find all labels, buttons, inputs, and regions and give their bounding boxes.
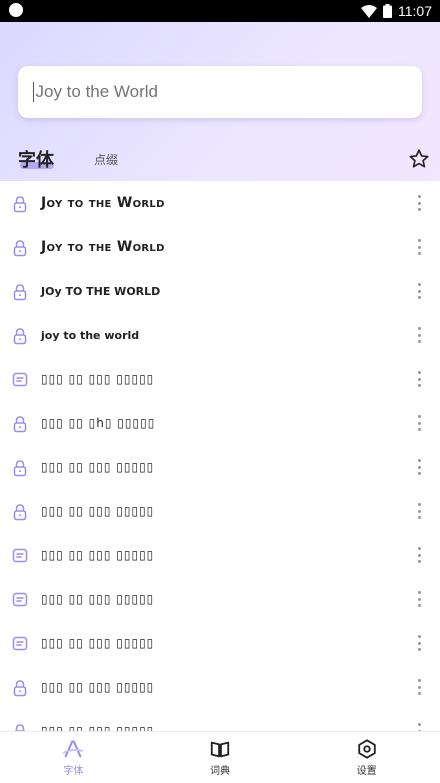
more-options-icon[interactable]: [414, 459, 424, 475]
tab-bar: 字体 点缀: [0, 142, 440, 176]
clock: 11:07: [398, 3, 432, 19]
lock-icon: [12, 415, 28, 433]
favorites-star-icon[interactable]: [408, 148, 430, 170]
more-options-icon[interactable]: [414, 415, 424, 431]
font-sample-text: ▯▯▯ ▯▯ ▯▯▯ ▯▯▯▯▯: [41, 372, 155, 386]
font-sample-text: ▯▯▯ ▯▯ ▯▯▯ ▯▯▯▯▯: [41, 680, 155, 694]
tab-fonts[interactable]: 字体: [18, 146, 54, 172]
font-list: Joy to the World Joy to the World JOy TO T…: [0, 181, 440, 731]
lock-icon: [12, 503, 28, 521]
more-options-icon[interactable]: [414, 547, 424, 563]
note-icon: [12, 547, 28, 565]
font-list-item[interactable]: Joy to the World: [0, 225, 440, 269]
lock-icon: [12, 459, 28, 477]
font-list-item[interactable]: ▯▯▯ ▯▯ ▯▯▯ ▯▯▯▯▯: [0, 533, 440, 577]
font-list-item[interactable]: joy to the world: [0, 313, 440, 357]
bottom-nav: 字体 词典 设置: [0, 731, 440, 783]
nav-fonts-label: 字体: [63, 766, 84, 777]
font-sample-text: JOy TO THE WORLD: [41, 284, 161, 298]
lock-icon: [12, 239, 28, 257]
font-list-item[interactable]: ▯▯▯ ▯▯ ▯▯▯ ▯▯▯▯▯: [0, 665, 440, 709]
text-caret: [33, 82, 35, 102]
font-sample-text: ▯▯▯ ▯▯ ▯▯▯ ▯▯▯▯▯: [41, 724, 155, 731]
nav-dictionary-label: 词典: [210, 766, 230, 777]
book-icon: [210, 741, 230, 758]
more-options-icon[interactable]: [414, 591, 424, 607]
note-icon: [12, 635, 28, 653]
note-icon: [12, 371, 28, 389]
font-sample-text: ▯▯▯ ▯▯ ▯▯▯ ▯▯▯▯▯: [41, 636, 155, 650]
more-options-icon[interactable]: [414, 723, 424, 731]
font-list-item[interactable]: ▯▯▯ ▯▯ ▯▯▯ ▯▯▯▯▯: [0, 357, 440, 401]
lock-icon: [12, 723, 28, 731]
font-sample-text: ▯▯▯ ▯▯ ▯▯▯ ▯▯▯▯▯: [41, 592, 155, 606]
tab-decor[interactable]: 点缀: [94, 151, 118, 168]
nav-settings[interactable]: 设置: [293, 732, 440, 783]
font-list-item[interactable]: ▯▯▯ ▯▯ ▯▯▯ ▯▯▯▯▯: [0, 621, 440, 665]
more-options-icon[interactable]: [414, 503, 424, 519]
font-sample-text: ▯▯▯ ▯▯ ▯▯▯ ▯▯▯▯▯: [41, 460, 155, 474]
font-sample-text: ▯▯▯ ▯▯ ▯▯▯ ▯▯▯▯▯: [41, 504, 155, 518]
font-sample-text: Joy to the World: [41, 239, 165, 255]
font-list-item[interactable]: Joy to the World: [0, 181, 440, 225]
font-sample-text: ▯▯▯ ▯▯ ▯▯▯ ▯▯▯▯▯: [41, 548, 155, 562]
font-sample-text: Joy to the World: [41, 195, 165, 211]
lock-icon: [12, 195, 28, 213]
status-right: 11:07: [361, 3, 432, 19]
status-left: [9, 2, 23, 20]
font-sample-text: joy to the world: [41, 328, 140, 342]
battery-icon: [383, 4, 392, 18]
more-options-icon[interactable]: [414, 371, 424, 387]
font-list-item[interactable]: ▯▯▯ ▯▯ ▯▯▯ ▯▯▯▯▯: [0, 577, 440, 621]
font-list-item[interactable]: ▯▯▯ ▯▯ ▯h▯ ▯▯▯▯▯: [0, 401, 440, 445]
font-sample-text: ▯▯▯ ▯▯ ▯h▯ ▯▯▯▯▯: [41, 416, 156, 430]
font-list-item[interactable]: ▯▯▯ ▯▯ ▯▯▯ ▯▯▯▯▯: [0, 709, 440, 731]
wifi-icon: [361, 4, 377, 18]
more-options-icon[interactable]: [414, 239, 424, 255]
more-options-icon[interactable]: [414, 327, 424, 343]
lock-icon: [12, 327, 28, 345]
more-options-icon[interactable]: [414, 283, 424, 299]
notification-dot-icon: [9, 2, 23, 17]
note-icon: [12, 591, 28, 609]
nav-dictionary[interactable]: 词典: [147, 732, 294, 783]
more-options-icon[interactable]: [414, 679, 424, 695]
search-input[interactable]: [35, 82, 422, 102]
font-list-item[interactable]: JOy TO THE WORLD: [0, 269, 440, 313]
nav-fonts[interactable]: 字体: [0, 732, 147, 783]
status-bar: 11:07: [0, 0, 440, 22]
search-box[interactable]: [18, 66, 422, 118]
font-icon: [63, 740, 84, 758]
nav-settings-label: 设置: [356, 766, 377, 777]
lock-icon: [12, 679, 28, 697]
font-list-item[interactable]: ▯▯▯ ▯▯ ▯▯▯ ▯▯▯▯▯: [0, 445, 440, 489]
more-options-icon[interactable]: [414, 195, 424, 211]
settings-icon: [357, 739, 376, 759]
lock-icon: [12, 283, 28, 301]
tab-fonts-label: 字体: [18, 150, 54, 171]
font-list-item[interactable]: ▯▯▯ ▯▯ ▯▯▯ ▯▯▯▯▯: [0, 489, 440, 533]
more-options-icon[interactable]: [414, 635, 424, 651]
